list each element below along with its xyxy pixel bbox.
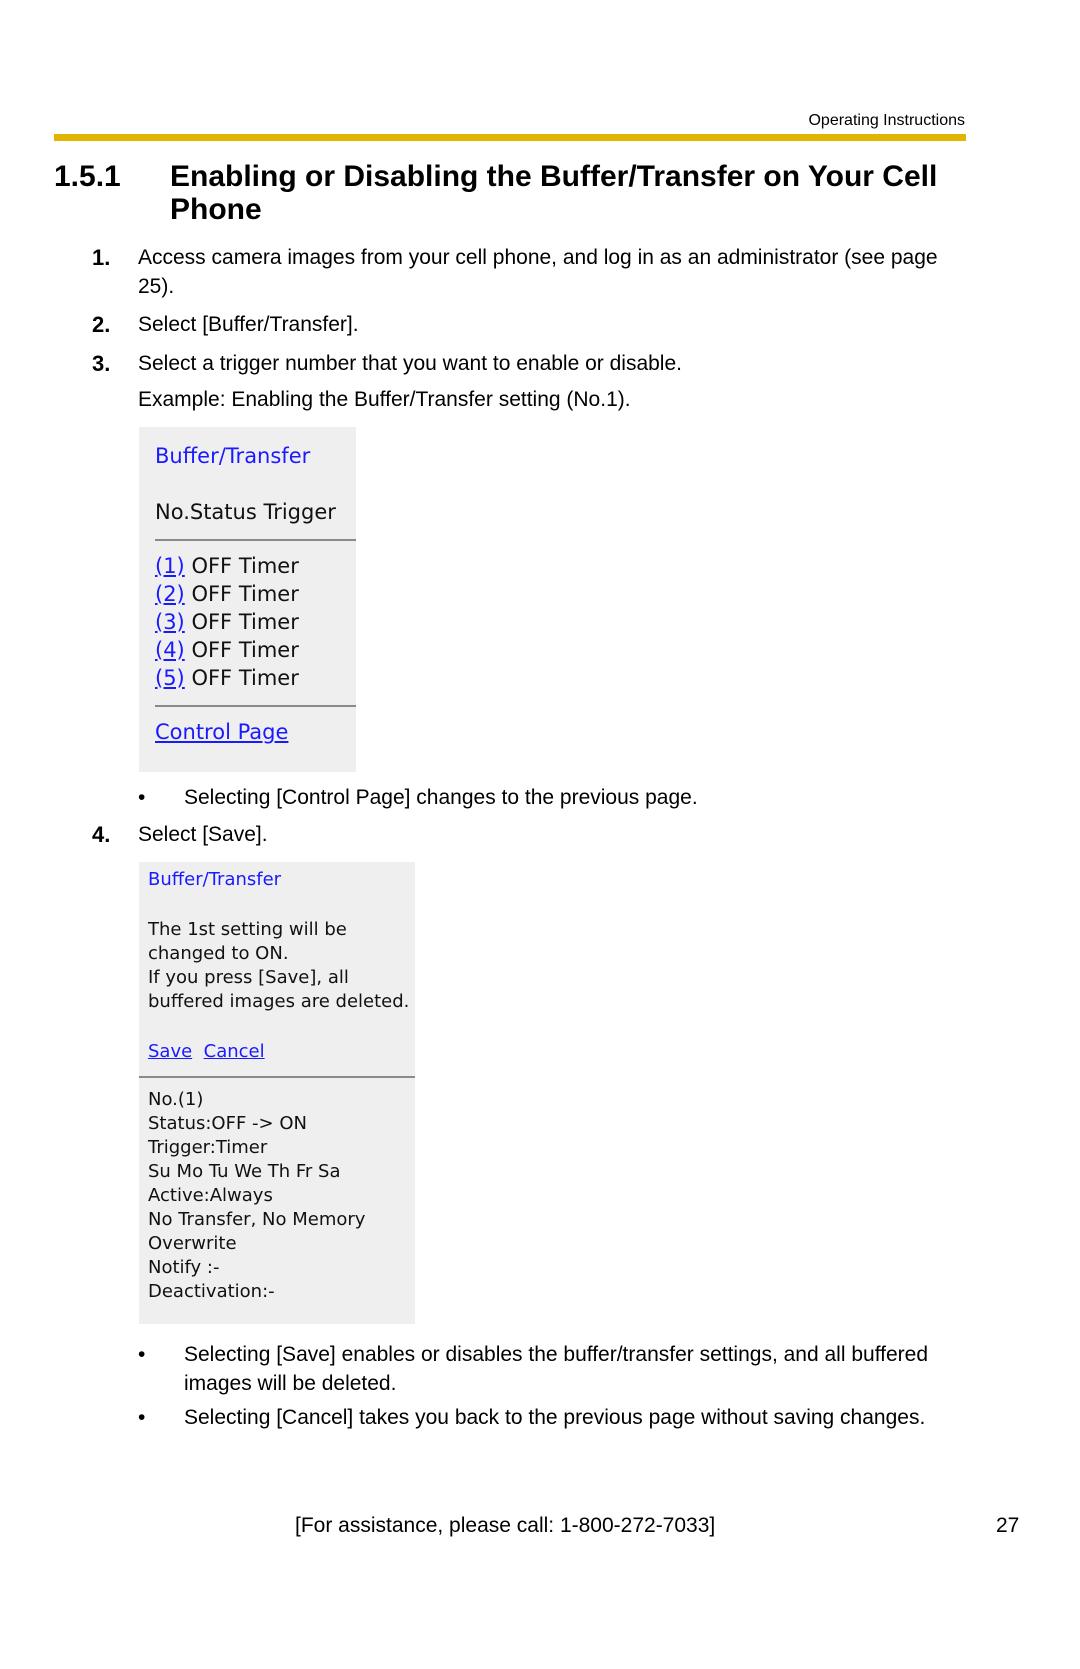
- trigger-link-1[interactable]: (1): [155, 554, 185, 578]
- step-number: 1.: [92, 245, 111, 270]
- bullet-text: Selecting [Cancel] takes you back to the…: [184, 1406, 926, 1429]
- action-links: Save Cancel: [148, 1040, 265, 1064]
- trigger-type: Timer: [238, 638, 299, 662]
- trigger-status: OFF: [191, 582, 233, 606]
- section-title: Enabling or Disabling the Buffer/Transfe…: [170, 160, 938, 226]
- section-number: 1.5.1: [54, 160, 121, 193]
- step-number: 3.: [92, 351, 111, 376]
- detail-line: No.(1): [148, 1089, 204, 1110]
- detail-line: No Transfer, No Memory: [148, 1209, 366, 1230]
- detail-line: Active:Always: [148, 1185, 273, 1206]
- step-text: Select [Save].: [138, 823, 268, 846]
- trigger-row: (4) OFF Timer: [155, 637, 299, 663]
- trigger-type: Timer: [238, 610, 299, 634]
- cancel-link[interactable]: Cancel: [204, 1041, 265, 1062]
- trigger-type: Timer: [238, 554, 299, 578]
- detail-line: Notify :-: [148, 1257, 220, 1278]
- table-header: No.Status Trigger: [155, 500, 336, 524]
- trigger-row: (2) OFF Timer: [155, 581, 299, 607]
- trigger-row: (3) OFF Timer: [155, 609, 299, 635]
- divider: [155, 539, 356, 541]
- screen-title: Buffer/Transfer: [155, 444, 311, 468]
- step-text: Access camera images from your cell phon…: [138, 246, 938, 298]
- page-number: 27: [996, 1514, 1020, 1537]
- message-line: If you press [Save], all: [148, 967, 349, 988]
- trigger-link-2[interactable]: (2): [155, 582, 185, 606]
- trigger-status: OFF: [191, 554, 233, 578]
- bullet-icon: •: [138, 1406, 146, 1429]
- bullet-icon: •: [138, 786, 146, 809]
- trigger-row: (5) OFF Timer: [155, 665, 299, 691]
- trigger-status: OFF: [191, 610, 233, 634]
- message-line: The 1st setting will be: [148, 919, 347, 940]
- step-number: 4.: [92, 822, 111, 847]
- control-page-link[interactable]: Control Page: [155, 719, 288, 745]
- detail-line: Trigger:Timer: [148, 1137, 268, 1158]
- header-rule: [54, 134, 966, 141]
- running-header: Operating Instructions: [808, 112, 965, 129]
- step-number: 2.: [92, 312, 111, 337]
- trigger-link-3[interactable]: (3): [155, 610, 185, 634]
- trigger-type: Timer: [238, 666, 299, 690]
- trigger-status: OFF: [191, 666, 233, 690]
- assistance-footer: [For assistance, please call: 1-800-272-…: [295, 1514, 716, 1537]
- divider: [155, 705, 356, 707]
- bullet-text: Selecting [Save] enables or disables the…: [184, 1343, 929, 1395]
- step-text: Select [Buffer/Transfer].: [138, 313, 359, 336]
- detail-line: Status:OFF -> ON: [148, 1113, 307, 1134]
- save-link[interactable]: Save: [148, 1041, 192, 1062]
- cell-phone-screen-trigger-list: Buffer/Transfer No.Status Trigger (1) OF…: [139, 427, 356, 772]
- bullet-icon: •: [138, 1343, 146, 1366]
- divider: [139, 1076, 415, 1078]
- message-line: buffered images are deleted.: [148, 991, 410, 1012]
- trigger-type: Timer: [238, 582, 299, 606]
- trigger-link-4[interactable]: (4): [155, 638, 185, 662]
- trigger-link-5[interactable]: (5): [155, 666, 185, 690]
- bullet-text: Selecting [Control Page] changes to the …: [184, 786, 698, 809]
- cell-phone-screen-save-confirm: Buffer/Transfer The 1st setting will be …: [139, 862, 415, 1324]
- trigger-status: OFF: [191, 638, 233, 662]
- message-line: changed to ON.: [148, 943, 289, 964]
- detail-line: Overwrite: [148, 1233, 237, 1254]
- example-caption: Example: Enabling the Buffer/Transfer se…: [138, 388, 631, 411]
- trigger-row: (1) OFF Timer: [155, 553, 299, 579]
- screen-title: Buffer/Transfer: [148, 869, 282, 890]
- detail-line: Deactivation:-: [148, 1281, 275, 1302]
- step-text: Select a trigger number that you want to…: [138, 352, 682, 375]
- detail-line: Su Mo Tu We Th Fr Sa: [148, 1161, 341, 1182]
